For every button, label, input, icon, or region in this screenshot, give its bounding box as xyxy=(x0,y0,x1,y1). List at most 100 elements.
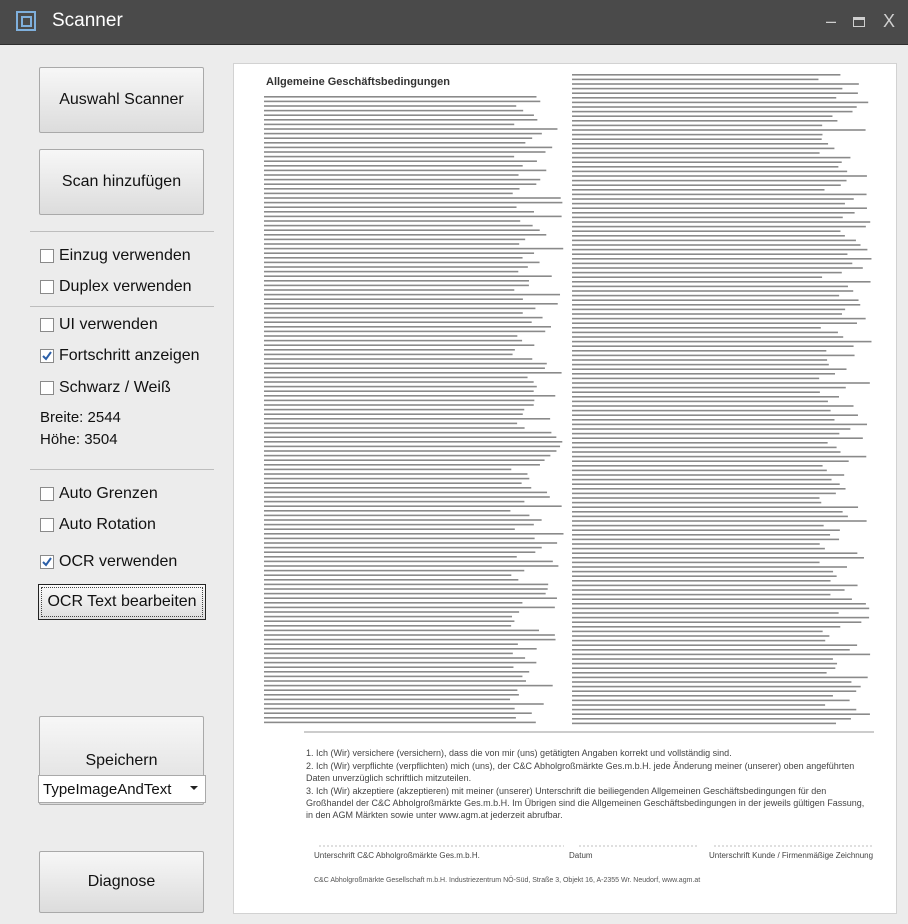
scanned-text-line xyxy=(264,648,537,650)
scanned-text-line xyxy=(264,151,546,153)
scanned-text-line xyxy=(264,188,520,190)
scanned-text-line xyxy=(572,451,841,453)
scanned-text-line xyxy=(264,408,525,411)
scanned-text-line xyxy=(572,580,831,582)
scanned-text-line xyxy=(264,358,533,360)
scanned-text-line xyxy=(264,385,537,388)
scanned-text-line xyxy=(264,625,512,627)
edit-ocr-text-button[interactable]: OCR Text bearbeiten xyxy=(38,584,206,620)
use-ui-checkbox[interactable]: UI verwenden xyxy=(40,313,158,337)
show-progress-checkbox[interactable]: Fortschritt anzeigen xyxy=(40,344,200,368)
scanned-text-line xyxy=(264,197,561,199)
use-feeder-checkbox[interactable]: Einzug verwenden xyxy=(40,244,191,268)
maximize-icon[interactable] xyxy=(848,10,870,32)
chevron-down-icon xyxy=(190,786,198,790)
width-readout: Breite: 2544 xyxy=(40,409,121,426)
scanned-text-line xyxy=(264,505,562,507)
scanned-text-line xyxy=(572,635,830,637)
checkbox-box[interactable] xyxy=(40,518,54,532)
scanned-text-line xyxy=(264,556,517,558)
statement-item: 1. Ich (Wir) versichere (versichern), da… xyxy=(306,748,732,758)
scanned-text-line xyxy=(572,722,837,725)
scanned-text-line xyxy=(572,308,846,311)
scanned-text-line xyxy=(572,649,850,651)
scanned-text-line xyxy=(264,100,541,103)
document-heading: Allgemeine Geschäftsbedingungen xyxy=(266,76,450,88)
scanned-text-line xyxy=(264,454,551,457)
scanned-text-line xyxy=(264,367,545,369)
scanned-text-line xyxy=(572,345,854,347)
scanned-text-line xyxy=(572,492,836,495)
scanned-text-line xyxy=(264,496,550,498)
scanned-text-line xyxy=(264,243,520,245)
checkmark-icon xyxy=(42,351,52,361)
scanned-text-line xyxy=(264,96,537,98)
checkbox-label: Fortschritt anzeigen xyxy=(59,347,200,364)
window-title: Scanner xyxy=(52,10,123,31)
scanned-text-line xyxy=(572,405,854,407)
scanned-text-line xyxy=(572,216,843,219)
scanned-text-line xyxy=(572,534,831,536)
auto-rotation-checkbox[interactable]: Auto Rotation xyxy=(40,513,156,537)
selected-value: TypeImageAndText xyxy=(43,780,172,798)
scanned-text-line xyxy=(572,630,823,633)
scanned-text-line xyxy=(264,335,518,337)
scanned-text-line xyxy=(572,621,862,623)
checkbox-box[interactable] xyxy=(40,487,54,501)
scanned-text-line xyxy=(572,589,845,591)
checkmark-icon xyxy=(42,557,52,567)
checkbox-box[interactable] xyxy=(40,555,54,569)
scanned-text-line xyxy=(264,224,533,227)
document-statements: 1. Ich (Wir) versichere (versichern), da… xyxy=(306,747,871,822)
scanned-text-line xyxy=(264,155,515,158)
scanned-text-line xyxy=(264,588,548,590)
scanned-text-line xyxy=(264,666,514,668)
scanned-text-line xyxy=(264,128,558,130)
scanned-text-line xyxy=(264,569,525,572)
scanned-text-line xyxy=(572,708,857,711)
checkbox-box[interactable] xyxy=(40,249,54,263)
close-icon[interactable]: X xyxy=(878,10,900,32)
scanned-text-line xyxy=(572,193,867,196)
checkbox-box[interactable] xyxy=(40,280,54,294)
scanned-text-line xyxy=(572,285,848,288)
scanned-text-line xyxy=(572,460,849,462)
scanned-text-line xyxy=(572,115,833,117)
checkbox-box[interactable] xyxy=(40,349,54,363)
scanned-text-line xyxy=(264,473,528,475)
scanned-text-line xyxy=(264,698,511,701)
select-scanner-button[interactable]: Auswahl Scanner xyxy=(39,67,204,133)
use-ocr-checkbox[interactable]: OCR verwenden xyxy=(40,550,177,574)
scanned-text-line xyxy=(264,579,519,581)
black-white-checkbox[interactable]: Schwarz / Weiß xyxy=(40,376,171,400)
diagnose-button[interactable]: Diagnose xyxy=(39,851,204,913)
checkbox-box[interactable] xyxy=(40,381,54,395)
scanned-text-line xyxy=(264,280,529,282)
use-duplex-checkbox[interactable]: Duplex verwenden xyxy=(40,275,192,299)
add-scan-button[interactable]: Scan hinzufügen xyxy=(39,149,204,215)
scanned-text-line xyxy=(572,322,857,324)
scanned-text-line xyxy=(572,658,833,660)
scanned-text-line xyxy=(572,235,845,237)
auto-borders-checkbox[interactable]: Auto Grenzen xyxy=(40,482,158,506)
scanned-text-line xyxy=(572,644,858,646)
scanned-text-line xyxy=(264,376,528,379)
statement-item: 2. Ich (Wir) verpflichte (verpflichten) … xyxy=(306,761,855,783)
scanned-text-line xyxy=(572,704,826,706)
scanned-text-line xyxy=(264,712,532,714)
scanned-text-line xyxy=(572,290,854,292)
scanned-text-line xyxy=(264,500,525,503)
checkbox-box[interactable] xyxy=(40,318,54,332)
minimize-icon[interactable]: – xyxy=(820,10,842,32)
scanned-text-line xyxy=(264,551,536,553)
scanned-text-line xyxy=(572,524,824,527)
scanned-text-line xyxy=(572,327,821,329)
scanned-text-line xyxy=(572,639,826,642)
checkbox-label: UI verwenden xyxy=(59,316,158,333)
scanned-text-line xyxy=(264,330,546,333)
scanned-text-line xyxy=(264,606,555,609)
output-type-select[interactable]: TypeImageAndText xyxy=(38,775,206,803)
scanned-text-line xyxy=(264,229,540,231)
scanned-text-line xyxy=(264,537,535,540)
scanned-text-line xyxy=(572,313,842,315)
